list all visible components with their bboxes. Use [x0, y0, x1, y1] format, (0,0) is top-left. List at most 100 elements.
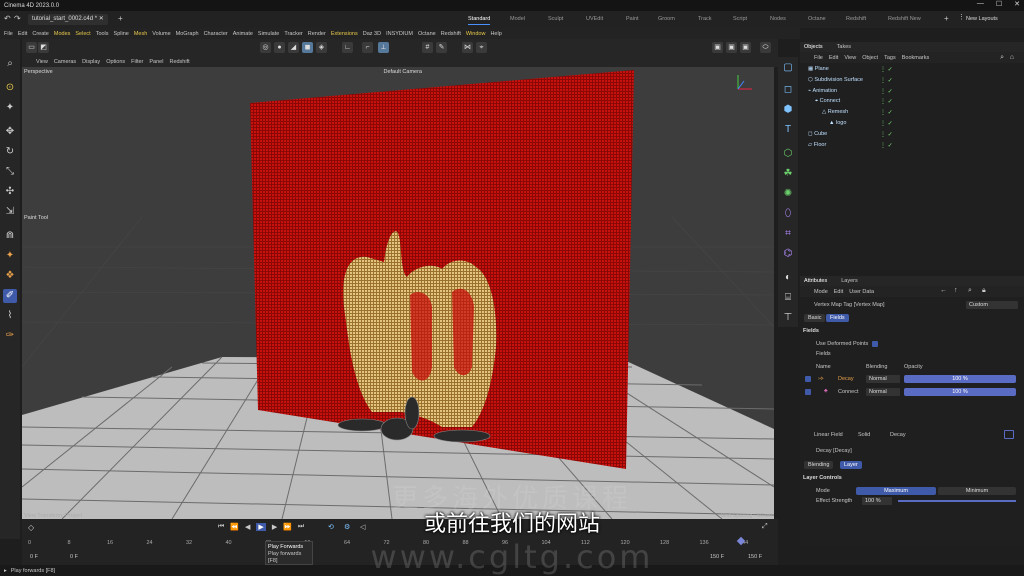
- viewport-menu-item[interactable]: View: [36, 59, 48, 65]
- menu-item[interactable]: Daz 3D: [363, 31, 381, 37]
- layout-tab[interactable]: Groom: [658, 16, 675, 22]
- back-arrow-icon[interactable]: ←: [940, 287, 947, 294]
- visibility-check-icon[interactable]: ⋮ ✓: [880, 142, 893, 149]
- polygon-pen-icon[interactable]: ✑: [3, 329, 17, 343]
- text-spline-icon[interactable]: T: [781, 123, 795, 137]
- linear-field-button[interactable]: Linear Field: [814, 432, 843, 438]
- add-layout-icon[interactable]: +: [944, 14, 949, 23]
- add-tab-icon[interactable]: +: [118, 14, 123, 23]
- layout-tab[interactable]: Octane: [808, 16, 826, 22]
- visibility-check-icon[interactable]: ⋮ ✓: [880, 109, 893, 116]
- panel-tab[interactable]: Attributes: [804, 278, 827, 284]
- lock-icon[interactable]: 🔒︎: [982, 287, 986, 295]
- tab-layer[interactable]: Layer: [840, 461, 862, 469]
- weight-icon[interactable]: ⌇: [3, 309, 17, 323]
- grid-snap-icon[interactable]: #: [422, 42, 433, 53]
- tab-blending[interactable]: Blending: [804, 461, 834, 469]
- layout-tab[interactable]: Model: [510, 16, 525, 22]
- viewport-menu-item[interactable]: Options: [106, 59, 125, 65]
- magnet-icon[interactable]: ⋒: [3, 229, 17, 243]
- field-icon[interactable]: ⌬: [781, 247, 795, 261]
- up-arrow-icon[interactable]: ↑: [954, 287, 958, 294]
- maximize-icon[interactable]: ☐: [996, 0, 1002, 8]
- object-row[interactable]: ▲ logo ⋮ ✓: [829, 120, 1024, 130]
- tab-fields[interactable]: Fields: [826, 314, 849, 322]
- uv-mode-icon[interactable]: ◈: [316, 42, 327, 53]
- panel-menu-item[interactable]: Mode: [814, 289, 828, 295]
- axis-icon[interactable]: ⌐: [362, 42, 373, 53]
- camera-label[interactable]: Default Camera: [383, 69, 422, 75]
- menu-item[interactable]: Tracker: [284, 31, 302, 37]
- panel-menu-item[interactable]: Edit: [829, 55, 838, 61]
- paint-brush-icon[interactable]: ✐: [3, 289, 17, 303]
- deformer-icon[interactable]: ⬯: [781, 207, 795, 221]
- menu-item[interactable]: Edit: [18, 31, 27, 37]
- layout-tab[interactable]: Nodes: [770, 16, 786, 22]
- object-manager-icon[interactable]: ▢: [781, 61, 795, 75]
- viewport[interactable]: Perspective Default Camera Paint Tool Vi…: [22, 67, 774, 519]
- search-icon[interactable]: ⌕: [968, 287, 972, 295]
- layout-tab[interactable]: Track: [698, 16, 712, 22]
- points-mode-icon[interactable]: ●: [274, 42, 285, 53]
- menu-item[interactable]: Extensions: [331, 31, 358, 37]
- workplane-icon[interactable]: ⌖: [476, 42, 487, 53]
- effector-icon[interactable]: ✺: [781, 187, 795, 201]
- model-mode-icon[interactable]: ▭: [26, 42, 37, 53]
- cloner-icon[interactable]: ☘: [781, 167, 795, 181]
- visibility-check-icon[interactable]: ⋮ ✓: [880, 88, 893, 95]
- object-name[interactable]: Remesh: [828, 109, 848, 115]
- object-name[interactable]: logo: [836, 120, 846, 126]
- visibility-check-icon[interactable]: ⋮ ✓: [880, 120, 893, 127]
- field-row-blend[interactable]: Normal: [866, 388, 900, 396]
- tab-basic[interactable]: Basic: [804, 314, 826, 322]
- edges-mode-icon[interactable]: ◢: [288, 42, 299, 53]
- preset-dropdown[interactable]: Custom: [966, 301, 1018, 309]
- cube-3d-icon[interactable]: ⬢: [781, 103, 795, 117]
- object-row[interactable]: ⌁ Animation ⋮ ✓: [808, 88, 1024, 98]
- menu-item[interactable]: Window: [466, 31, 486, 37]
- subdivision-icon[interactable]: ⬡: [781, 147, 795, 161]
- floor-icon[interactable]: ⊤: [781, 311, 795, 325]
- enable-axis-icon[interactable]: ⟂: [378, 42, 389, 53]
- menu-item[interactable]: INSYDIUM: [386, 31, 413, 37]
- visibility-check-icon[interactable]: ⋮ ✓: [880, 77, 893, 84]
- home-icon[interactable]: ⌂: [1010, 54, 1014, 61]
- visibility-check-icon[interactable]: ⋮ ✓: [880, 98, 893, 105]
- redshift-icon[interactable]: ⬭: [760, 42, 771, 53]
- menu-item[interactable]: Character: [204, 31, 228, 37]
- viewport-menu-item[interactable]: Redshift: [169, 59, 189, 65]
- search-icon[interactable]: ⌕: [1000, 54, 1004, 62]
- menu-item[interactable]: Spline: [114, 31, 129, 37]
- object-name[interactable]: Subdivision Surface: [814, 77, 863, 83]
- layout-tab[interactable]: Standard: [468, 16, 491, 25]
- select-icon[interactable]: ✦: [3, 101, 17, 115]
- object-row[interactable]: ◻ Cube ⋮ ✓: [808, 131, 1024, 141]
- menu-item[interactable]: Octane: [418, 31, 436, 37]
- viewport-menu-item[interactable]: Display: [82, 59, 100, 65]
- panel-tab[interactable]: Layers: [841, 278, 858, 284]
- panel-tab[interactable]: Takes: [837, 44, 851, 50]
- symmetry-icon[interactable]: ⋈: [462, 42, 473, 53]
- render-picture-icon[interactable]: ▣: [726, 42, 737, 53]
- menu-item[interactable]: Help: [490, 31, 501, 37]
- close-icon[interactable]: ✕: [1014, 0, 1020, 8]
- rotate-icon[interactable]: ↻: [3, 145, 17, 159]
- move-axis-icon[interactable]: ◎: [260, 42, 271, 53]
- minimize-icon[interactable]: —: [977, 0, 984, 8]
- scale-icon[interactable]: ⤡: [3, 165, 17, 179]
- object-name[interactable]: Plane: [815, 66, 829, 72]
- solid-button[interactable]: Solid: [858, 432, 870, 438]
- menu-item[interactable]: Tools: [96, 31, 109, 37]
- visibility-check-icon[interactable]: ⋮ ✓: [880, 131, 893, 138]
- object-name[interactable]: Animation: [813, 88, 837, 94]
- light-icon[interactable]: ◐: [781, 271, 795, 285]
- panel-menu-item[interactable]: User Data: [849, 289, 874, 295]
- layout-tab[interactable]: Redshift: [846, 16, 866, 22]
- camera-icon[interactable]: ⌸: [781, 291, 795, 305]
- menu-item[interactable]: Volume: [152, 31, 170, 37]
- field-row-opacity[interactable]: 100 %: [904, 375, 1016, 383]
- field-row-name[interactable]: Connect: [838, 389, 859, 395]
- menu-item[interactable]: Create: [32, 31, 49, 37]
- file-tab[interactable]: tutorial_start_0002.c4d * ✕: [28, 14, 108, 25]
- move-icon[interactable]: ✥: [3, 125, 17, 139]
